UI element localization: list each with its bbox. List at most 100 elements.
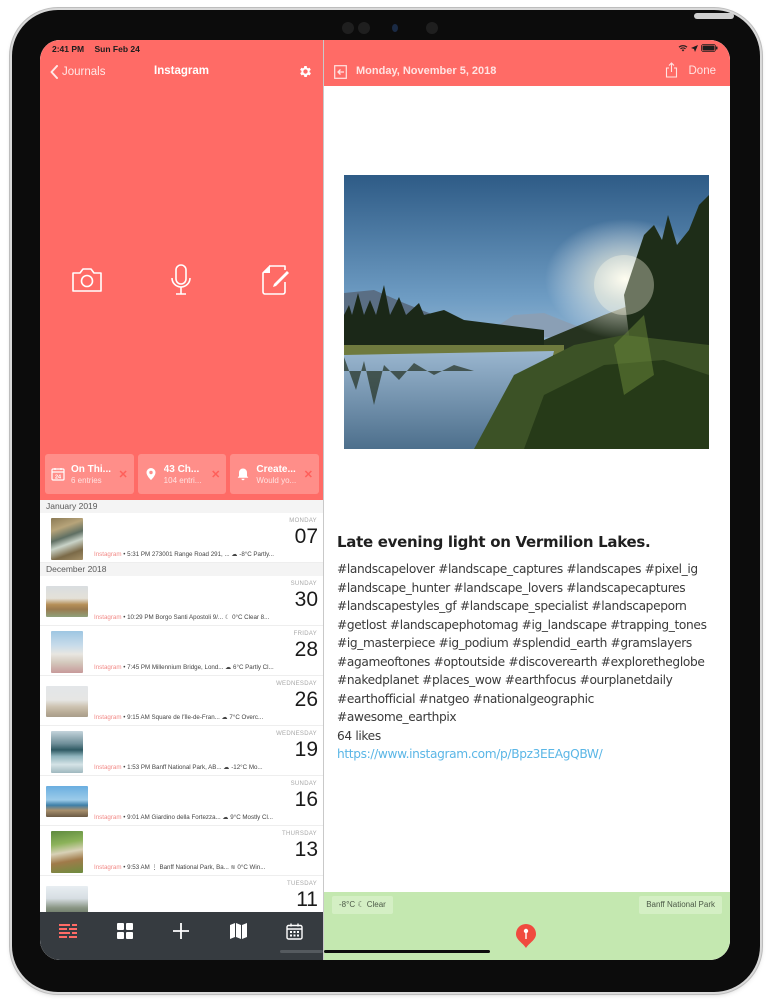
journal-title: Instagram [154, 65, 209, 77]
entry-weekday: SUNDAY [290, 781, 317, 787]
status-bar-right [678, 44, 718, 52]
reminder-card[interactable]: Create... Would yo... ✕ [230, 454, 320, 494]
map-pin-icon[interactable] [515, 923, 537, 949]
entry-meta: Instagram • 10:29 PM Borgo Santi Apostol… [94, 614, 289, 621]
places-card[interactable]: 43 Ch... 104 entri... ✕ [137, 454, 227, 494]
tab-media[interactable] [115, 922, 135, 940]
entry-thumbnail [46, 686, 88, 717]
entry-details: • 9:53 AM ⋮ Banff National Park, Ba... ≋… [121, 864, 266, 871]
entry-day: 07 [294, 525, 318, 548]
wifi-icon [678, 45, 688, 52]
instagram-link[interactable]: https://www.instagram.com/p/Bpz3EEAgQBW/ [337, 745, 722, 764]
entry-thumbnail [51, 631, 83, 673]
tab-calendar[interactable] [285, 922, 305, 940]
entry-weekday: WEDNESDAY [276, 681, 317, 687]
tab-map[interactable] [228, 922, 248, 940]
entry-day: 26 [294, 688, 318, 711]
done-button[interactable]: Done [689, 65, 717, 77]
entry-meta: Instagram • 7:45 PM Millennium Bridge, L… [94, 664, 289, 671]
dismiss-card-button[interactable]: ✕ [304, 468, 313, 481]
screen: 2:41 PM Sun Feb 24 Journals Instagram 24… [40, 40, 730, 960]
new-entry-button[interactable] [256, 260, 296, 300]
journal-header: 2:41 PM Sun Feb 24 Journals Instagram 24… [40, 40, 323, 500]
entry-header: Monday, November 5, 2018 Done [324, 40, 730, 86]
home-indicator [324, 950, 490, 953]
place-badge[interactable]: Banff National Park [639, 896, 722, 914]
top-button [694, 13, 734, 19]
gear-icon[interactable] [298, 64, 313, 79]
section-header: December 2018 [40, 563, 323, 576]
hashtag-line: #landscapelover #landscape_captures #lan… [337, 562, 698, 576]
status-bar-left: 2:41 PM Sun Feb 24 [52, 44, 148, 54]
card-title: Create... [256, 463, 296, 475]
entry-thumbnail [51, 518, 83, 560]
entry-date-title: Monday, November 5, 2018 [356, 65, 497, 77]
card-subtitle: Would yo... [256, 475, 297, 485]
entry-weekday: WEDNESDAY [276, 731, 317, 737]
entry-meta: Instagram • 1:53 PM Banff National Park,… [94, 764, 289, 771]
entry-detail: Monday, November 5, 2018 Done Late eveni… [324, 40, 730, 960]
calendar-icon [286, 923, 303, 940]
quick-actions [40, 260, 323, 300]
entry-day: 13 [294, 838, 318, 861]
collapse-sidebar-icon[interactable] [334, 65, 347, 79]
entry-row[interactable]: MONDAY 07 Instagram • 5:31 PM 273001 Ran… [40, 513, 323, 563]
entry-row[interactable]: FRIDAY 28 Instagram • 7:45 PM Millennium… [40, 626, 323, 676]
entry-journal: Instagram [94, 664, 122, 671]
tab-new-entry[interactable] [171, 922, 191, 940]
entry-meta: Instagram • 5:31 PM 273001 Range Road 29… [94, 551, 289, 558]
entry-thumbnail [51, 831, 83, 873]
card-title: 43 Ch... [163, 463, 200, 475]
entry-thumbnail [51, 731, 83, 773]
entry-row[interactable]: THURSDAY 13 Instagram • 9:53 AM ⋮ Banff … [40, 826, 323, 876]
entry-weekday: MONDAY [289, 518, 317, 524]
on-this-day-card[interactable]: 24 On Thi... 6 entries ✕ [45, 454, 134, 494]
hashtag-line: #earthofficial #natgeo #nationalgeograph… [337, 691, 595, 706]
microphone-icon [171, 264, 192, 295]
sensor-dot [358, 22, 370, 34]
camera-icon [72, 268, 102, 292]
entry-body: #landscapelover #landscape_captures #lan… [337, 560, 722, 764]
entry-journal: Instagram [94, 551, 122, 558]
entry-thumbnail [46, 786, 88, 817]
hashtag-line: #nakedplanet #places_wow #earthfocus #ou… [337, 673, 673, 687]
hashtag-line: #ig_masterpiece #ig_podium #splendid_ear… [337, 636, 692, 650]
dismiss-card-button[interactable]: ✕ [211, 468, 220, 481]
entry-details: • 5:31 PM 273001 Range Road 291, ... ☁ -… [121, 551, 274, 558]
new-entry-icon [262, 265, 289, 295]
entry-journal: Instagram [94, 764, 122, 771]
card-subtitle: 6 entries [71, 475, 102, 485]
hashtag-line: #landscape_hunter #landscape_lovers #lan… [337, 580, 686, 595]
entry-details: • 7:45 PM Millennium Bridge, Lond... ☁ 6… [121, 664, 274, 671]
media-grid-icon [116, 923, 133, 939]
share-icon[interactable] [665, 62, 678, 78]
home-indicator-segment [280, 950, 323, 953]
entry-photo[interactable] [344, 175, 709, 449]
hashtag-line: #awesome_earthpix [337, 710, 457, 724]
entry-list[interactable]: January 2019 MONDAY 07 Instagram • 5:31 … [40, 500, 323, 912]
battery-icon [701, 44, 718, 52]
entry-row[interactable]: WEDNESDAY 26 Instagram • 9:15 AM Square … [40, 676, 323, 726]
timeline-list-icon [59, 924, 78, 938]
camera-button[interactable] [67, 260, 107, 300]
entry-details: • 1:53 PM Banff National Park, AB... ☁ -… [121, 764, 263, 771]
entry-row[interactable]: WEDNESDAY 19 Instagram • 1:53 PM Banff N… [40, 726, 323, 776]
entry-row[interactable]: SUNDAY 16 Instagram • 9:01 AM Giardino d… [40, 776, 323, 826]
entry-weekday: SUNDAY [290, 581, 317, 587]
entry-row[interactable]: TUESDAY 11 [40, 876, 323, 912]
plus-icon [173, 923, 190, 939]
suggestion-cards: 24 On Thi... 6 entries ✕ 43 Ch... 104 en… [45, 454, 320, 494]
tab-timeline[interactable] [58, 922, 78, 940]
svg-text:24: 24 [55, 475, 62, 481]
entry-weekday: THURSDAY [282, 831, 317, 837]
entry-day: 28 [294, 638, 318, 661]
entry-row[interactable]: SUNDAY 30 Instagram • 10:29 PM Borgo San… [40, 576, 323, 626]
entry-details: • 10:29 PM Borgo Santi Apostoli 9/... ☾ … [121, 614, 270, 621]
status-time: 2:41 PM [52, 44, 85, 54]
dismiss-card-button[interactable]: ✕ [118, 468, 127, 481]
entry-day: 11 [296, 888, 318, 911]
entry-meta: Instagram • 9:53 AM ⋮ Banff National Par… [94, 864, 289, 871]
audio-button[interactable] [161, 260, 201, 300]
entry-journal: Instagram [94, 814, 122, 821]
hashtag-line: #getlost #landscapephotomag #ig_landscap… [337, 617, 707, 632]
